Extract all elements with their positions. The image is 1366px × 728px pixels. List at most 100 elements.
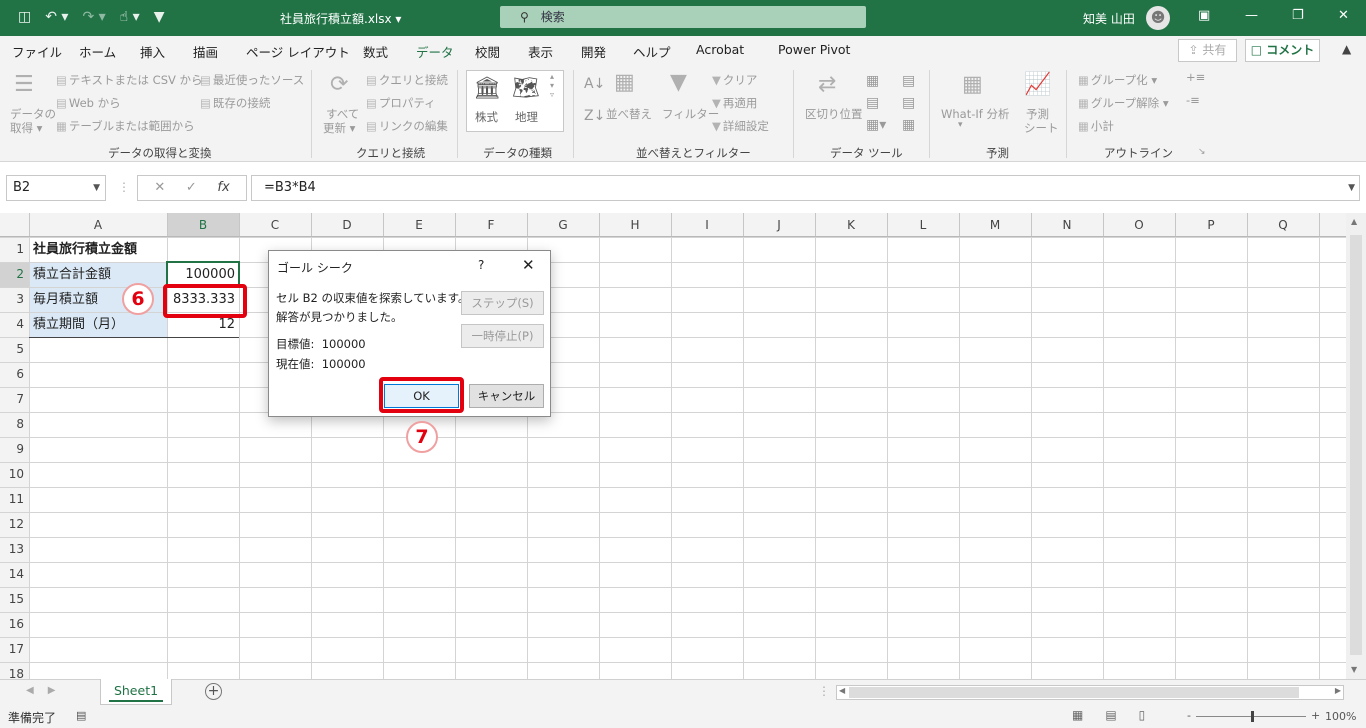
- add-sheet-icon[interactable]: +: [205, 683, 222, 700]
- data-tools-icons[interactable]: ▦ ▤ ▦▾: [866, 70, 886, 136]
- forecast-sheet-button-2[interactable]: シート: [1024, 120, 1059, 136]
- row-header-8[interactable]: 8: [0, 412, 24, 437]
- pause-button[interactable]: 一時停止(P): [461, 324, 544, 348]
- formula-input[interactable]: =B3*B4 ▼: [251, 175, 1360, 201]
- view-buttons[interactable]: ▦▤▯: [1072, 708, 1167, 722]
- column-header-M[interactable]: M: [959, 213, 1031, 237]
- sheet-tab[interactable]: Sheet1: [100, 679, 172, 705]
- tab-help[interactable]: ヘルプ: [633, 42, 671, 61]
- column-header-Q[interactable]: Q: [1247, 213, 1319, 237]
- share-button[interactable]: ⇪ 共有: [1178, 39, 1237, 62]
- subtotal-button[interactable]: ▦ 小計: [1078, 118, 1114, 134]
- column-header-H[interactable]: H: [599, 213, 671, 237]
- refresh-all-menu[interactable]: 更新 ▾: [323, 120, 355, 136]
- recent-sources-button[interactable]: ▤ 最近使ったソース: [200, 72, 304, 88]
- scroll-left-icon[interactable]: ◀: [839, 686, 845, 695]
- row-header-18[interactable]: 18: [0, 662, 24, 679]
- sort-desc-icon[interactable]: Z↓: [584, 108, 605, 124]
- column-header-E[interactable]: E: [383, 213, 455, 237]
- tab-acrobat[interactable]: Acrobat: [696, 42, 744, 57]
- comment-button[interactable]: □ コメント: [1245, 39, 1320, 62]
- clear-button[interactable]: ▼ クリア: [712, 72, 757, 88]
- whatif-button[interactable]: What-If 分析: [941, 106, 1009, 122]
- row-header-13[interactable]: 13: [0, 537, 24, 562]
- row-header-1[interactable]: 1: [0, 237, 24, 262]
- help-icon[interactable]: ?: [478, 258, 484, 272]
- row-header-16[interactable]: 16: [0, 612, 24, 637]
- row-header-5[interactable]: 5: [0, 337, 24, 362]
- tab-insert[interactable]: 挿入: [140, 42, 165, 61]
- data-tools-icons-2[interactable]: ▤ ▤ ▦: [902, 70, 915, 136]
- avatar[interactable]: ☻: [1146, 6, 1170, 30]
- column-header-K[interactable]: K: [815, 213, 887, 237]
- row-header-7[interactable]: 7: [0, 387, 24, 412]
- from-web-button[interactable]: ▤ Web から: [56, 95, 121, 111]
- tab-file[interactable]: ファイル: [12, 42, 62, 61]
- splitter-icon[interactable]: ⋮: [118, 180, 130, 194]
- row-header-10[interactable]: 10: [0, 462, 24, 487]
- expand-formula-icon[interactable]: ▼: [1348, 176, 1355, 200]
- cell-A4[interactable]: 積立期間（月）: [33, 312, 163, 337]
- scroll-up-icon[interactable]: ▲: [1351, 217, 1357, 226]
- hide-detail-icon[interactable]: -≡: [1186, 93, 1200, 107]
- save-icon[interactable]: ◫: [18, 9, 31, 25]
- user-name[interactable]: 知美 山田: [1083, 10, 1135, 27]
- column-header-B[interactable]: B: [167, 213, 239, 237]
- geography-button[interactable]: 地理: [515, 109, 538, 125]
- tab-review[interactable]: 校閲: [475, 42, 500, 61]
- ribbon-display-icon[interactable]: ▣: [1198, 8, 1210, 23]
- tab-draw[interactable]: 描画: [193, 42, 218, 61]
- row-header-15[interactable]: 15: [0, 587, 24, 612]
- row-header-9[interactable]: 9: [0, 437, 24, 462]
- column-header-P[interactable]: P: [1175, 213, 1247, 237]
- from-text-csv-button[interactable]: ▤ テキストまたは CSV から: [56, 72, 203, 88]
- whatif-chevron-icon[interactable]: ▾: [958, 120, 963, 130]
- from-table-button[interactable]: ▦ テーブルまたは範囲から: [56, 118, 195, 134]
- reapply-button[interactable]: ▼ 再適用: [712, 95, 757, 111]
- name-box[interactable]: B2 ▼: [6, 175, 106, 201]
- outline-launcher-icon[interactable]: ↘: [1198, 147, 1206, 157]
- row-header-4[interactable]: 4: [0, 312, 24, 337]
- text-to-columns-button[interactable]: 区切り位置: [805, 106, 863, 122]
- edit-links-button[interactable]: ▤ リンクの編集: [366, 118, 448, 134]
- show-detail-icon[interactable]: +≡: [1186, 70, 1205, 84]
- tab-power-pivot[interactable]: Power Pivot: [778, 42, 850, 57]
- close-icon[interactable]: ✕: [522, 256, 535, 274]
- redo-icon[interactable]: ↷ ▾: [82, 9, 105, 25]
- step-button[interactable]: ステップ(S): [461, 291, 544, 315]
- column-header-O[interactable]: O: [1103, 213, 1175, 237]
- scroll-thumb[interactable]: [1350, 235, 1362, 655]
- row-header-12[interactable]: 12: [0, 512, 24, 537]
- group-button[interactable]: ▦ グループ化 ▾: [1078, 72, 1157, 88]
- row-header-2[interactable]: 2: [0, 262, 24, 287]
- splitter-icon[interactable]: ⋮: [818, 684, 830, 698]
- zoom-out-icon[interactable]: -: [1187, 709, 1191, 722]
- column-header-G[interactable]: G: [527, 213, 599, 237]
- cancel-entry-icon[interactable]: ✕: [154, 176, 165, 200]
- column-header-A[interactable]: A: [29, 213, 167, 237]
- column-header-C[interactable]: C: [239, 213, 311, 237]
- row-header-3[interactable]: 3: [0, 287, 24, 312]
- tab-data[interactable]: データ: [416, 42, 454, 67]
- zoom-level[interactable]: 100%: [1325, 710, 1356, 723]
- horizontal-scrollbar[interactable]: ◀ ▶: [836, 685, 1344, 700]
- ungroup-button[interactable]: ▦ グループ解除 ▾: [1078, 95, 1169, 111]
- row-header-14[interactable]: 14: [0, 562, 24, 587]
- ribbon-collapse-icon[interactable]: ▲: [1342, 42, 1351, 56]
- get-data-menu[interactable]: 取得 ▾: [10, 120, 42, 136]
- existing-connections-button[interactable]: ▤ 既存の接続: [200, 95, 270, 111]
- column-header-L[interactable]: L: [887, 213, 959, 237]
- queries-connections-button[interactable]: ▤ クエリと接続: [366, 72, 448, 88]
- filter-button[interactable]: フィルター: [662, 106, 719, 122]
- row-header-6[interactable]: 6: [0, 362, 24, 387]
- enter-icon[interactable]: ✓: [186, 176, 197, 200]
- row-header-17[interactable]: 17: [0, 637, 24, 662]
- touch-mode-icon[interactable]: ☝ ▾: [120, 9, 140, 25]
- column-header-J[interactable]: J: [743, 213, 815, 237]
- tab-view[interactable]: 表示: [528, 42, 553, 61]
- cancel-button[interactable]: キャンセル: [469, 384, 544, 408]
- scroll-right-icon[interactable]: ▶: [1335, 686, 1341, 695]
- vertical-scrollbar[interactable]: ▲ ▼: [1346, 213, 1366, 679]
- row-header-11[interactable]: 11: [0, 487, 24, 512]
- minimize-icon[interactable]: —: [1245, 8, 1258, 23]
